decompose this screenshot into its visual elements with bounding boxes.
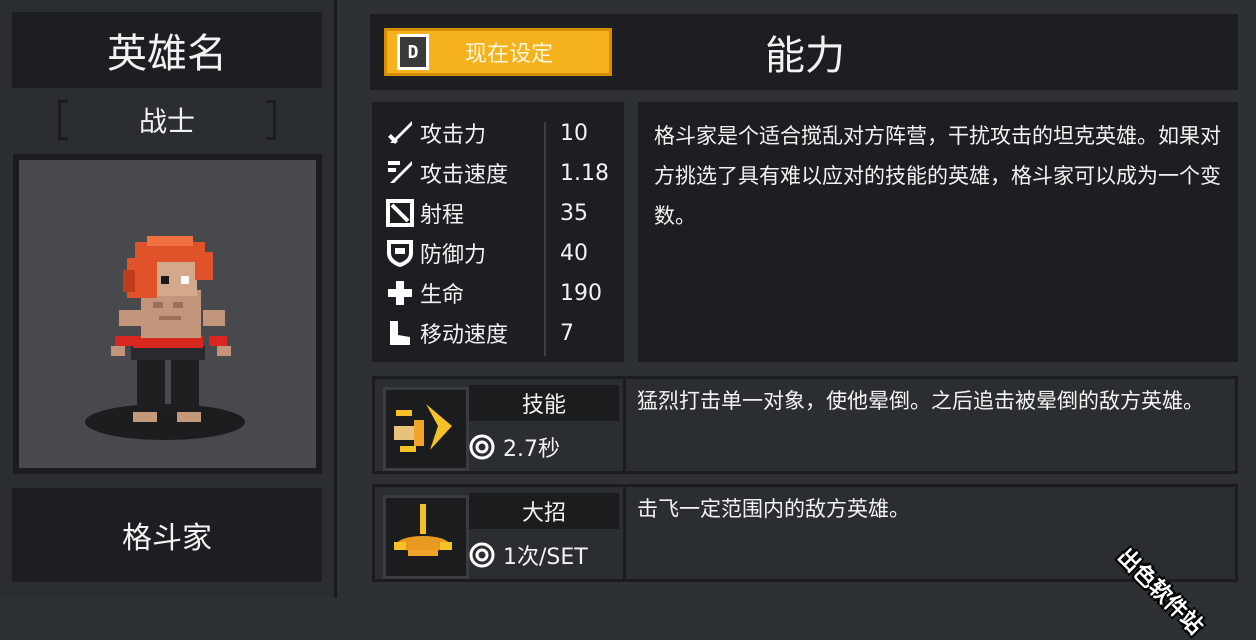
hero-class-label: 战士 [138,105,195,138]
fighter-sprite [85,236,245,440]
cooldown-icon [469,434,495,460]
health-cross-icon [384,277,416,309]
ability-title: 能力 [765,33,845,79]
attack-speed-icon [384,157,416,189]
stat-value: 1.18 [560,160,609,186]
boot-icon [384,317,416,349]
skill-name: 技能 [469,385,619,421]
hero-description: 格斗家是个适合搅乱对方阵营，干扰攻击的坦克英雄。如果对方挑选了具有难以应对的技能… [638,102,1238,362]
range-icon [384,197,416,229]
stat-row-attack-speed: 攻击速度 1.18 [384,154,616,192]
cooldown-icon [469,542,495,568]
stats-panel: 攻击力 10 攻击速度 1.18 射程 35 防御力 40 生命 190 移动速… [372,102,624,362]
sword-icon [384,117,416,149]
stat-row-range: 射程 35 [384,194,616,232]
stat-value: 190 [560,280,602,306]
ultimate-shockwave-icon[interactable] [383,495,469,579]
ultimate-description: 击飞一定范围内的敌方英雄。 [637,497,910,521]
stat-label: 射程 [420,203,465,228]
stat-label: 移动速度 [420,323,509,348]
ultimate-name: 大招 [469,493,619,529]
stat-value: 40 [560,240,588,266]
ultimate-separator [623,487,626,579]
stat-label: 防御力 [420,243,487,268]
ultimate-cooldown: 1次/SET [469,535,619,575]
stat-row-attack: 攻击力 10 [384,114,616,152]
hero-name-header: 英雄名 [12,12,322,88]
skill-punch-icon[interactable] [383,387,469,471]
skill-description: 猛烈打击单一对象，使他晕倒。之后追击被晕倒的敌方英雄。 [637,389,1204,413]
ultimate-cooldown-value: 1次/SET [503,545,588,570]
stat-label: 攻击力 [420,123,487,148]
stat-label: 生命 [420,283,465,308]
d-key-icon: D [397,34,429,70]
skill-panel: 技能 2.7秒 猛烈打击单一对象，使他晕倒。之后追击被晕倒的敌方英雄。 [372,376,1238,474]
stat-value: 35 [560,200,588,226]
stat-value: 10 [560,120,588,146]
skill-cooldown: 2.7秒 [469,427,619,467]
stat-row-health: 生命 190 [384,274,616,312]
current-preset-button[interactable]: D 现在设定 [384,28,612,76]
stat-value: 7 [560,320,574,346]
skill-cooldown-value: 2.7秒 [503,437,560,462]
hero-name-label: 格斗家 [12,488,322,582]
hero-portrait [13,154,322,474]
ultimate-panel: 大招 1次/SET 击飞一定范围内的敌方英雄。 [372,484,1238,582]
preset-label: 现在设定 [464,42,553,67]
portrait-frame [19,160,316,468]
stat-row-move-speed: 移动速度 7 [384,314,616,352]
stat-label: 攻击速度 [420,163,509,188]
skill-separator [623,379,626,471]
shield-icon [384,237,416,269]
stat-row-defense: 防御力 40 [384,234,616,272]
